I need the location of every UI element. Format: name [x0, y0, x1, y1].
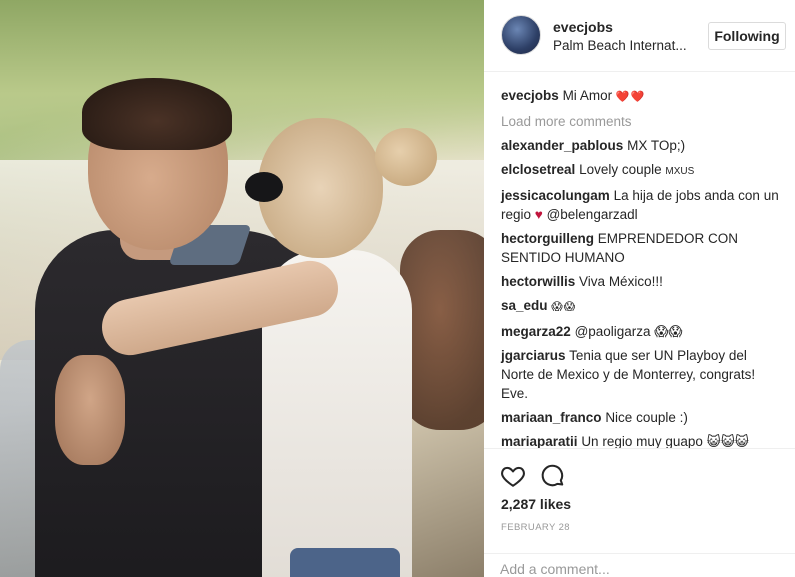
post-location[interactable]: Palm Beach Internat...	[553, 38, 687, 53]
list-item: hectorwillis Viva México!!!	[501, 272, 781, 291]
heart-emoji-icon: ♥	[534, 207, 543, 222]
following-button[interactable]: Following	[708, 22, 786, 50]
list-item: hectorguilleng EMPRENDEDOR CON SENTIDO H…	[501, 229, 781, 267]
post-date[interactable]: FEBRUARY 28	[501, 522, 570, 533]
comment-text: Un regio muy guapo 😺😺😺	[581, 434, 749, 449]
caption-emoji: ❤️❤️	[615, 91, 646, 103]
comment-username[interactable]: jgarciarus	[501, 348, 566, 363]
post-actions: 2,287 likes FEBRUARY 28	[484, 448, 795, 577]
list-item: jessicacolungam La hija de jobs anda con…	[501, 186, 781, 224]
comment-text: Lovely couple	[579, 162, 662, 177]
comment-username[interactable]: alexander_pablous	[501, 138, 623, 153]
list-item: jgarciarus Tenia que ser UN Playboy del …	[501, 346, 781, 403]
comment-text: MX TOp;)	[627, 138, 686, 153]
comment-username[interactable]: elclosetreal	[501, 162, 575, 177]
list-item: mariaan_franco Nice couple :)	[501, 408, 781, 427]
man-hand	[55, 355, 125, 465]
comment-username[interactable]: jessicacolungam	[501, 188, 610, 203]
add-comment-input[interactable]	[500, 561, 770, 577]
comment-username[interactable]: evecjobs	[501, 88, 559, 103]
comment-text: Mi Amor	[562, 88, 613, 103]
post-username[interactable]: evecjobs	[553, 19, 613, 35]
man-hair	[82, 78, 232, 150]
post-photo[interactable]	[0, 0, 484, 577]
avatar[interactable]	[501, 15, 541, 55]
post-header: evecjobs Palm Beach Internat... Followin…	[484, 0, 795, 72]
caption: evecjobs Mi Amor ❤️❤️	[501, 86, 781, 107]
add-comment-bar	[484, 553, 795, 577]
load-more-comments-link[interactable]: Load more comments	[501, 112, 781, 131]
list-item: elclosetreal Lovely couple MXUS	[501, 160, 781, 181]
post-sidebar: evecjobs Palm Beach Internat... Followin…	[484, 0, 795, 577]
comment-username[interactable]: hectorguilleng	[501, 231, 594, 246]
comment-username[interactable]: hectorwillis	[501, 274, 575, 289]
list-item: sa_edu 😱😱	[501, 296, 781, 317]
likes-count[interactable]: 2,287 likes	[501, 496, 571, 512]
list-item: megarza22 @paoligarza 😱😱	[501, 322, 781, 341]
woman-hair-bun	[375, 128, 437, 186]
comment-suffix: MXUS	[665, 166, 695, 177]
comment-username[interactable]: sa_edu	[501, 298, 548, 313]
comments-list: evecjobs Mi Amor ❤️❤️ Load more comments…	[501, 86, 781, 456]
heart-icon[interactable]	[500, 463, 526, 489]
comment-text: Viva México!!!	[579, 274, 663, 289]
background-horse	[400, 230, 484, 430]
comment-text: 😱😱	[551, 301, 577, 313]
comment-text: Nice couple :)	[605, 410, 688, 425]
sunglasses	[245, 172, 283, 202]
comment-username[interactable]: mariaan_franco	[501, 410, 602, 425]
comment-username[interactable]: megarza22	[501, 324, 571, 339]
comment-text: @paoligarza 😱😱	[574, 324, 683, 339]
list-item: alexander_pablous MX TOp;)	[501, 136, 781, 155]
comment-bubble-icon[interactable]	[540, 463, 566, 489]
woman-jeans	[290, 548, 400, 577]
comment-username[interactable]: mariaparatii	[501, 434, 578, 449]
comment-mention[interactable]: @belengarzadl	[547, 207, 638, 222]
